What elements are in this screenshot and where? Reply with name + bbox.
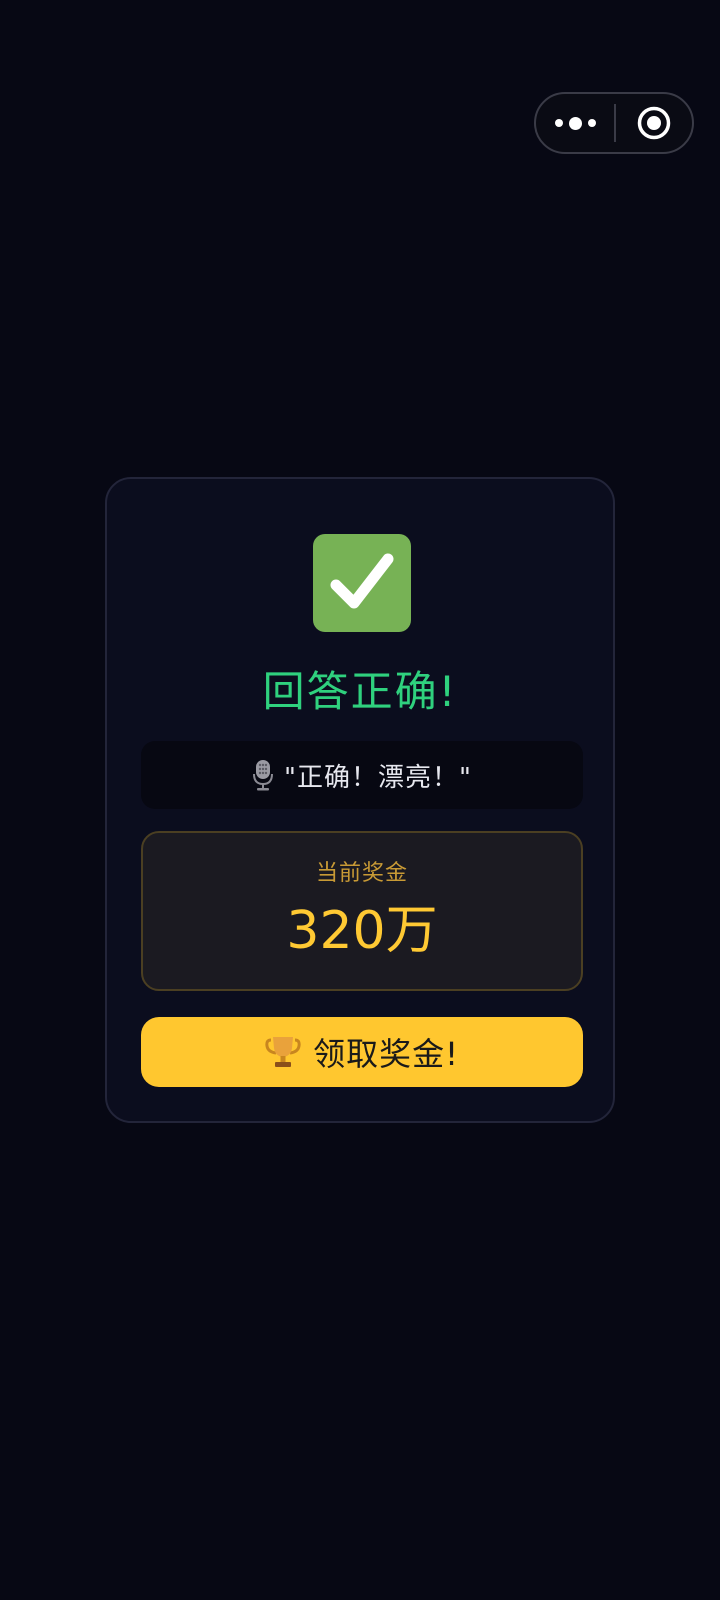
current-prize-panel: 当前奖金 320万 (141, 831, 583, 991)
microphone-icon (252, 759, 274, 791)
more-menu-button[interactable] (536, 94, 614, 152)
trophy-icon (265, 1034, 301, 1070)
more-dots-icon (554, 119, 563, 127)
check-mark-icon (313, 534, 411, 632)
current-prize-value: 320万 (286, 901, 438, 961)
target-close-icon (637, 106, 671, 140)
current-prize-label: 当前奖金 (315, 861, 408, 886)
more-dots-icon-right (587, 119, 596, 127)
claim-prize-button[interactable]: 领取奖金! (141, 1017, 583, 1087)
host-quote: "正确！漂亮！" (141, 741, 583, 809)
more-dots-icon-center (568, 116, 582, 130)
close-miniprogram-button[interactable] (616, 94, 692, 152)
claim-prize-label: 领取奖金! (313, 1035, 459, 1073)
result-title: 回答正确! (262, 667, 458, 716)
miniprogram-capsule (534, 92, 694, 154)
host-quote-text: "正确！漂亮！" (284, 762, 472, 793)
result-card: 回答正确! "正确！漂亮！" 当前奖金 320万 领取奖金! (105, 477, 615, 1123)
